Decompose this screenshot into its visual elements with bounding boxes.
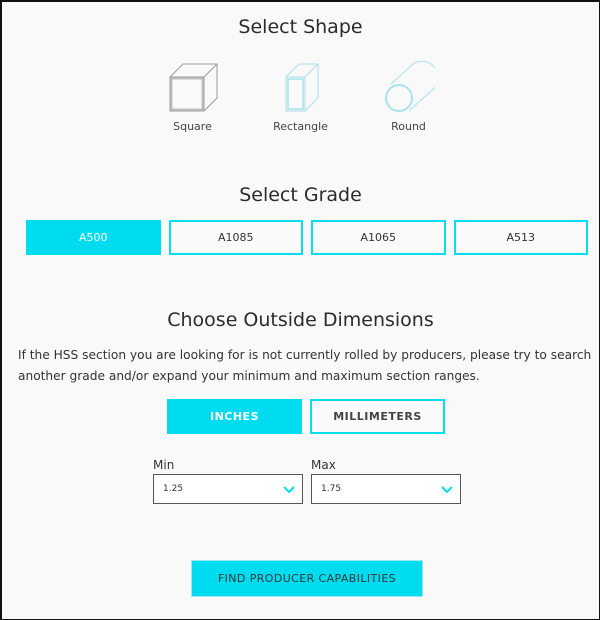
round-tube-icon [384, 60, 435, 112]
grade-button-a1065[interactable]: A1065 [311, 220, 446, 255]
shape-label: Rectangle [273, 120, 328, 133]
unit-toggle: INCHES MILLIMETERS [167, 399, 445, 434]
grade-button-a500[interactable]: A500 [26, 220, 161, 255]
millimeters-button[interactable]: MILLIMETERS [310, 399, 445, 434]
max-field: Max 1.75 [311, 458, 461, 504]
shape-label: Round [391, 120, 426, 133]
select-shape-heading: Select Shape [238, 16, 363, 38]
select-grade-heading: Select Grade [239, 184, 362, 206]
grade-button-a513[interactable]: A513 [453, 220, 588, 255]
dimensions-heading: Choose Outside Dimensions [167, 309, 434, 331]
shape-option-square[interactable]: Square [153, 60, 233, 133]
rectangle-tube-icon [285, 63, 318, 112]
shape-option-rectangle[interactable]: Rectangle [261, 60, 341, 133]
shape-options: Square Rectangle Round [2, 60, 599, 133]
min-value: 1.25 [163, 484, 184, 494]
shape-label: Square [173, 120, 212, 133]
min-select[interactable]: 1.25 [153, 474, 303, 504]
min-label: Min [153, 458, 175, 472]
inches-button[interactable]: INCHES [167, 399, 302, 434]
square-tube-icon [169, 63, 217, 112]
max-value: 1.75 [321, 484, 342, 494]
min-field: Min 1.25 [153, 458, 303, 504]
max-select[interactable]: 1.75 [311, 474, 461, 504]
find-producer-capabilities-button[interactable]: FIND PRODUCER CAPABILITIES [191, 560, 423, 597]
shape-option-round[interactable]: Round [369, 60, 449, 133]
max-label: Max [311, 458, 336, 472]
dimensions-description: If the HSS section you are looking for i… [18, 348, 592, 383]
grade-options: A500 A1085 A1065 A513 [26, 220, 588, 255]
chevron-down-icon [283, 486, 295, 494]
grade-button-a1085[interactable]: A1085 [168, 220, 303, 255]
chevron-down-icon [441, 486, 453, 494]
